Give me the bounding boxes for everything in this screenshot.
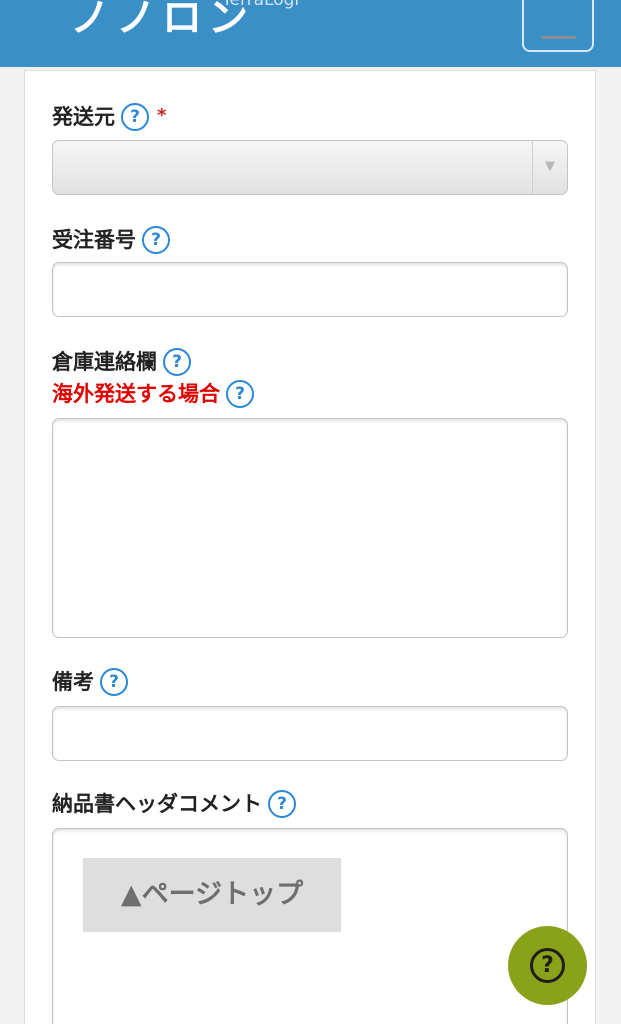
- warehouse-note-textarea[interactable]: [52, 418, 568, 638]
- triangle-down-icon: ▼: [532, 141, 567, 194]
- delivery-header-comment-label: 納品書ヘッダコメント: [52, 792, 262, 816]
- required-marker: *: [157, 105, 167, 126]
- page: ノノロン TerraLogi 発送元 ? * ▼ 受注番号 ? 倉庫連絡欄 ? …: [0, 0, 621, 1024]
- question-circle-icon[interactable]: ?: [268, 790, 296, 818]
- order-number-input[interactable]: [52, 262, 568, 317]
- question-circle-icon[interactable]: ?: [100, 668, 128, 696]
- question-circle-icon: ?: [530, 948, 565, 983]
- warehouse-note-label: 倉庫連絡欄: [52, 350, 157, 374]
- page-top-button[interactable]: ▲ページトップ: [83, 858, 341, 932]
- question-circle-icon[interactable]: ?: [142, 226, 170, 254]
- question-circle-icon[interactable]: ?: [163, 348, 191, 376]
- overseas-shipping-label: 海外発送する場合: [52, 382, 220, 406]
- question-circle-icon[interactable]: ?: [226, 380, 254, 408]
- order-number-label-row: 受注番号 ?: [52, 226, 170, 254]
- question-circle-icon[interactable]: ?: [121, 103, 149, 131]
- hamburger-menu-icon: [541, 36, 576, 39]
- remarks-label: 備考: [52, 670, 94, 694]
- delivery-header-comment-label-row: 納品書ヘッダコメント ?: [52, 790, 296, 818]
- overseas-label-row: 海外発送する場合 ?: [52, 380, 254, 408]
- header-subtitle: TerraLogi: [222, 0, 300, 10]
- origin-select[interactable]: ▼: [52, 140, 568, 195]
- help-fab-button[interactable]: ?: [508, 926, 587, 1005]
- order-number-label: 受注番号: [52, 228, 136, 252]
- remarks-input[interactable]: [52, 706, 568, 761]
- menu-button[interactable]: [522, 0, 594, 52]
- warehouse-note-label-row: 倉庫連絡欄 ?: [52, 348, 191, 376]
- remarks-label-row: 備考 ?: [52, 668, 128, 696]
- origin-label: 発送元: [52, 105, 115, 129]
- app-header: ノノロン TerraLogi: [0, 0, 621, 67]
- origin-label-row: 発送元 ? *: [52, 103, 166, 131]
